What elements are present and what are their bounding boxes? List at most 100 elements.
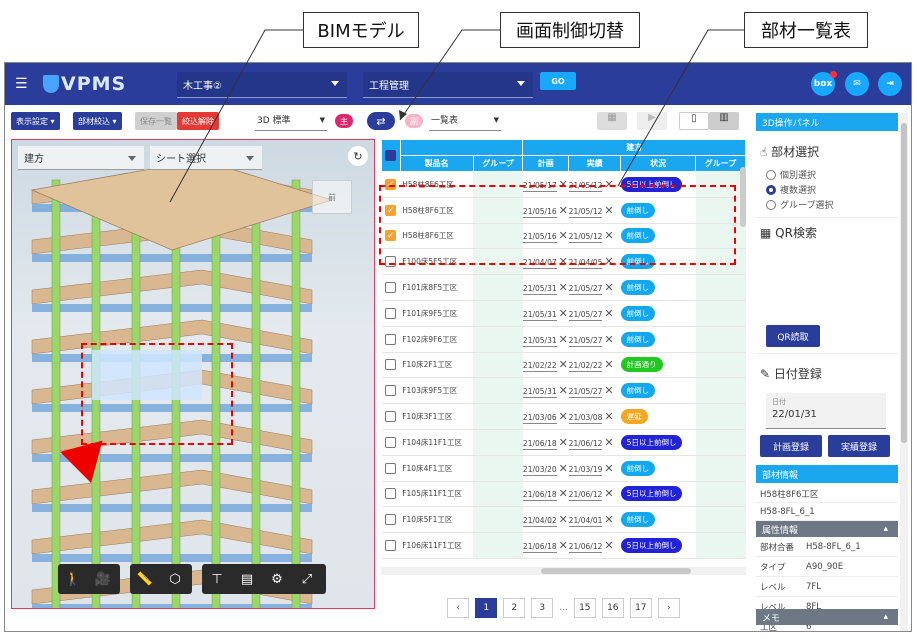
- column-header[interactable]: 計画: [522, 155, 570, 172]
- row-checkbox[interactable]: [385, 359, 397, 371]
- actual-date[interactable]: 21/05/27: [568, 387, 603, 399]
- table-row[interactable]: F101床8F5工区 21/05/31 ✕ 21/05/27 ✕ 前倒し: [381, 274, 746, 301]
- sheet-select[interactable]: シート選択: [150, 146, 262, 170]
- clear-icon[interactable]: ✕: [604, 281, 613, 294]
- logout-icon[interactable]: ⇥: [878, 72, 902, 96]
- clear-filter-button[interactable]: 絞込解除: [177, 112, 219, 130]
- calendar-button[interactable]: ▦: [597, 112, 627, 130]
- actual-date[interactable]: 21/05/27: [568, 335, 603, 347]
- clear-icon[interactable]: ✕: [559, 487, 568, 500]
- column-header[interactable]: グループ: [695, 155, 746, 172]
- actual-date[interactable]: 21/03/08: [568, 413, 603, 425]
- clear-icon[interactable]: ✕: [604, 410, 613, 423]
- memo-header[interactable]: メモ ▴: [756, 609, 898, 625]
- table-scroll-thumb[interactable]: [740, 167, 746, 227]
- clear-icon[interactable]: ✕: [604, 384, 613, 397]
- play-button[interactable]: ▶: [637, 112, 667, 130]
- refresh-icon[interactable]: ↻: [348, 146, 368, 166]
- sub-badge[interactable]: 副: [405, 114, 423, 128]
- plan-date[interactable]: 21/03/20: [522, 464, 557, 476]
- page-button[interactable]: 16: [601, 598, 624, 618]
- plan-date[interactable]: 21/03/06: [522, 413, 557, 425]
- clear-icon[interactable]: ✕: [559, 384, 568, 397]
- column-header[interactable]: 製品名: [399, 155, 474, 172]
- actual-date[interactable]: 21/02/22: [568, 361, 603, 373]
- panel-scrollbar[interactable]: [900, 113, 908, 631]
- clear-icon[interactable]: ✕: [559, 333, 568, 346]
- area-select[interactable]: 建方: [18, 146, 144, 170]
- page-button[interactable]: 3: [531, 598, 554, 618]
- table-row[interactable]: F102床9F6工区 21/05/31 ✕ 21/05/27 ✕ 前倒し: [381, 326, 746, 353]
- menu-icon[interactable]: ☰: [15, 76, 29, 92]
- row-checkbox[interactable]: [385, 307, 397, 319]
- page-button[interactable]: 15: [573, 598, 596, 618]
- plan-register-button[interactable]: 計画登録: [760, 435, 822, 457]
- clear-icon[interactable]: ✕: [559, 513, 568, 526]
- row-checkbox[interactable]: [385, 462, 397, 474]
- tree-icon[interactable]: ⊤: [202, 572, 232, 587]
- row-checkbox[interactable]: [385, 514, 397, 526]
- switch-view-button[interactable]: ⇄: [367, 112, 395, 130]
- row-checkbox[interactable]: [385, 488, 397, 500]
- clear-icon[interactable]: ✕: [559, 462, 568, 475]
- main-badge[interactable]: 主: [335, 114, 353, 128]
- select-mode-radio[interactable]: 個別選択: [766, 168, 898, 181]
- actual-date[interactable]: 21/06/12: [568, 542, 603, 554]
- clear-icon[interactable]: ✕: [604, 462, 613, 475]
- clear-icon[interactable]: ✕: [604, 513, 613, 526]
- plan-date[interactable]: 21/02/22: [522, 361, 557, 373]
- actual-date[interactable]: 21/04/01: [568, 516, 603, 528]
- building-icon[interactable]: ▤: [232, 572, 262, 587]
- gear-icon[interactable]: ⚙: [262, 572, 292, 587]
- display-settings-button[interactable]: 表示設定 ▾: [11, 112, 60, 130]
- table-hscroll[interactable]: [381, 567, 746, 575]
- person-icon[interactable]: 🚶: [58, 572, 88, 587]
- select-all-checkbox[interactable]: [385, 150, 397, 161]
- clear-icon[interactable]: ✕: [604, 539, 613, 552]
- plan-date[interactable]: 21/05/31: [522, 309, 557, 321]
- page-button[interactable]: 1: [475, 598, 498, 618]
- page-button[interactable]: 17: [629, 598, 652, 618]
- clear-icon[interactable]: ✕: [559, 539, 568, 552]
- clear-icon[interactable]: ✕: [559, 281, 568, 294]
- list-mode-select[interactable]: 一覧表 ▼: [429, 113, 501, 131]
- plan-date[interactable]: 21/05/31: [522, 284, 557, 296]
- plan-date[interactable]: 21/06/18: [522, 490, 557, 502]
- saved-list-button[interactable]: 保存一覧: [135, 112, 177, 130]
- page-button[interactable]: 2: [503, 598, 526, 618]
- actual-date[interactable]: 21/06/12: [568, 490, 603, 502]
- clear-icon[interactable]: ✕: [559, 410, 568, 423]
- qr-read-button[interactable]: QR読取: [766, 325, 820, 347]
- prev-page-button[interactable]: ‹: [447, 598, 470, 618]
- clear-icon[interactable]: ✕: [559, 436, 568, 449]
- mail-icon[interactable]: ✉: [845, 72, 869, 96]
- table-row[interactable]: F101床9F5工区 21/05/31 ✕ 21/05/27 ✕ 前倒し: [381, 300, 746, 327]
- clear-icon[interactable]: ✕: [604, 436, 613, 449]
- filter-button[interactable]: 部材絞込 ▾: [73, 112, 122, 130]
- table-row[interactable]: F105床11F1工区 21/06/18 ✕ 21/06/12 ✕ 5日以上前倒し: [381, 481, 746, 508]
- box-icon[interactable]: ⬡: [160, 572, 190, 587]
- clear-icon[interactable]: ✕: [559, 307, 568, 320]
- actual-date[interactable]: 21/06/12: [568, 438, 603, 450]
- row-checkbox[interactable]: [385, 282, 397, 294]
- go-button[interactable]: GO: [540, 72, 576, 90]
- select-mode-radio[interactable]: 複数選択: [766, 183, 898, 196]
- column-header[interactable]: グループ: [472, 155, 524, 172]
- actual-register-button[interactable]: 実績登録: [828, 435, 890, 457]
- table-row[interactable]: F103床9F5工区 21/05/31 ✕ 21/05/27 ✕ 前倒し: [381, 377, 746, 405]
- table-row[interactable]: F106床11F1工区 21/06/18 ✕ 21/06/12 ✕ 5日以上前倒し: [381, 532, 746, 559]
- clear-icon[interactable]: ✕: [604, 307, 613, 320]
- clear-icon[interactable]: ✕: [604, 487, 613, 500]
- attr-header[interactable]: 属性情報 ▴: [756, 521, 898, 537]
- plan-date[interactable]: 21/06/18: [522, 542, 557, 554]
- fullscreen-icon[interactable]: ⤢: [292, 572, 322, 587]
- clear-icon[interactable]: ✕: [604, 358, 613, 371]
- table-row[interactable]: F10床5F1工区 21/04/02 ✕ 21/04/01 ✕ 前倒し: [381, 506, 746, 534]
- camera-icon[interactable]: 🎥: [88, 572, 118, 587]
- mode-select[interactable]: 工程管理: [363, 72, 533, 98]
- double-column-button[interactable]: ▥: [709, 112, 739, 130]
- row-checkbox[interactable]: [385, 411, 397, 423]
- view-cube[interactable]: 前: [312, 180, 352, 214]
- clear-icon[interactable]: ✕: [604, 333, 613, 346]
- row-checkbox[interactable]: [385, 436, 397, 448]
